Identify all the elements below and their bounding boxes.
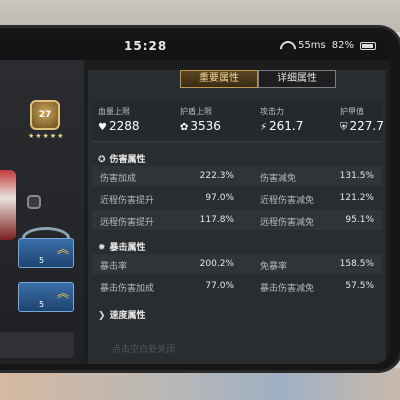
equip-slot-small[interactable]: [27, 195, 41, 209]
stat-shield: 护盾上限 ✿ 3536: [180, 107, 221, 133]
summary-stats: 血量上限 ♥ 2288 护盾上限 ✿ 3536 攻击力 ⚡ 261.7 护甲值 ⛨ 22…: [92, 102, 384, 142]
game-screen: 15:28 55ms 82% 27 ★★★★★ 5 ︽ 5 ︽ 重要属性 详细属…: [0, 34, 390, 364]
chevron-up-icon: ︽: [56, 242, 69, 256]
section-damage-title: ✪ 伤害属性: [98, 155, 146, 165]
network-latency: 55ms: [298, 40, 326, 51]
equip-card-1[interactable]: 5 ︽: [18, 238, 74, 268]
phone-device: 15:28 55ms 82% 27 ★★★★★ 5 ︽ 5 ︽ 重要属性 详细属…: [0, 28, 400, 370]
battery-icon: [360, 41, 376, 50]
tab-important[interactable]: 重要属性: [180, 70, 258, 88]
wifi-icon: [280, 41, 292, 50]
chevron-right-icon: ❯: [98, 311, 106, 321]
close-hint[interactable]: 点击空白处关闭: [112, 342, 175, 355]
section-speed-title[interactable]: ❯ 速度属性: [98, 308, 146, 321]
gun-icon: ⚡: [260, 122, 268, 133]
table-row: 远程伤害提升 117.8% 远程伤害减免 95.1%: [92, 210, 382, 230]
stat-attack: 攻击力 ⚡ 261.7: [260, 107, 304, 133]
rank-badge: 27: [30, 100, 60, 130]
equip-card-level: 5: [39, 300, 45, 309]
character-panel: 27 ★★★★★ 5 ︽ 5 ︽: [0, 60, 84, 364]
shield-icon: ✿: [180, 122, 189, 133]
section-crit-title: ✹ 暴击属性: [98, 243, 146, 253]
damage-icon: ✪: [98, 155, 106, 165]
stat-armor: 护甲值 ⛨ 227.7: [340, 107, 384, 133]
rank-stars: ★★★★★: [28, 132, 65, 140]
table-row: 暴击率 200.2% 免暴率 158.5%: [92, 254, 382, 274]
chevron-up-icon: ︽: [56, 286, 69, 300]
attribute-tabs: 重要属性 详细属性: [180, 70, 336, 88]
left-panel-bar[interactable]: [0, 332, 74, 358]
status-time: 15:28: [124, 39, 168, 53]
equip-card-level: 5: [39, 256, 45, 265]
heart-icon: ♥: [98, 122, 107, 133]
table-row: 暴击伤害加成 77.0% 暴击伤害减免 57.5%: [100, 281, 374, 294]
flame-icon: ✹: [98, 243, 106, 253]
table-row: 伤害加成 222.3% 伤害减免 131.5%: [92, 166, 382, 186]
hero-figure: [0, 170, 16, 240]
tab-detailed[interactable]: 详细属性: [258, 70, 336, 88]
equip-card-2[interactable]: 5 ︽: [18, 282, 74, 312]
status-bar: 15:28 55ms 82%: [0, 34, 390, 60]
table-row: 近程伤害提升 97.0% 近程伤害减免 121.2%: [100, 193, 374, 206]
stat-hp: 血量上限 ♥ 2288: [98, 107, 140, 133]
status-indicators: 55ms 82%: [280, 40, 376, 51]
battery-percent: 82%: [331, 40, 354, 51]
armor-icon: ⛨: [340, 122, 348, 133]
background-bottom: [0, 368, 400, 400]
